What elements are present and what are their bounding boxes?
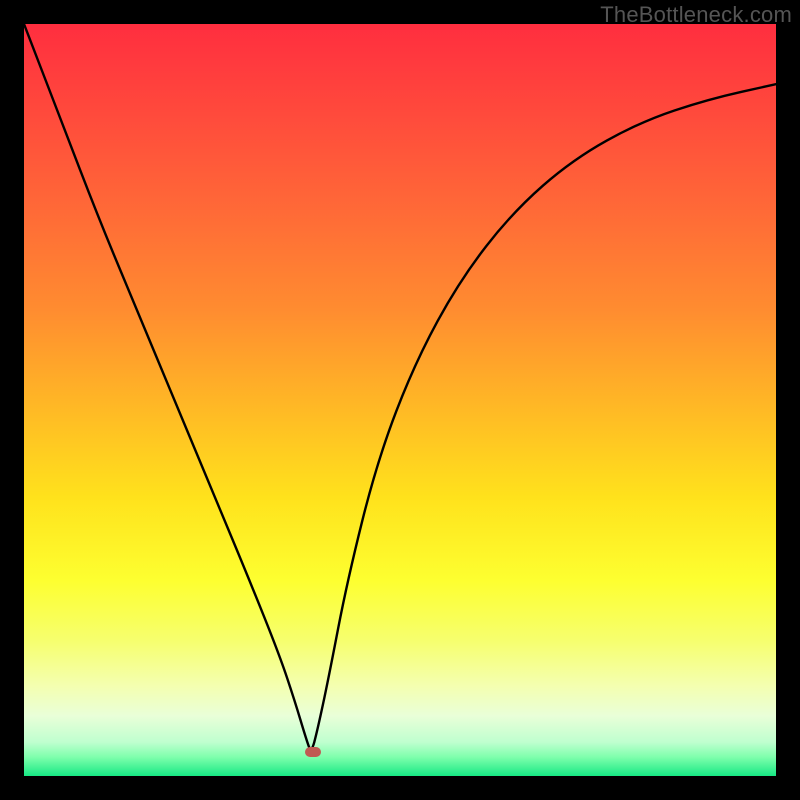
plot-area bbox=[24, 24, 776, 776]
optimum-marker bbox=[305, 747, 321, 757]
bottleneck-curve bbox=[24, 24, 776, 776]
